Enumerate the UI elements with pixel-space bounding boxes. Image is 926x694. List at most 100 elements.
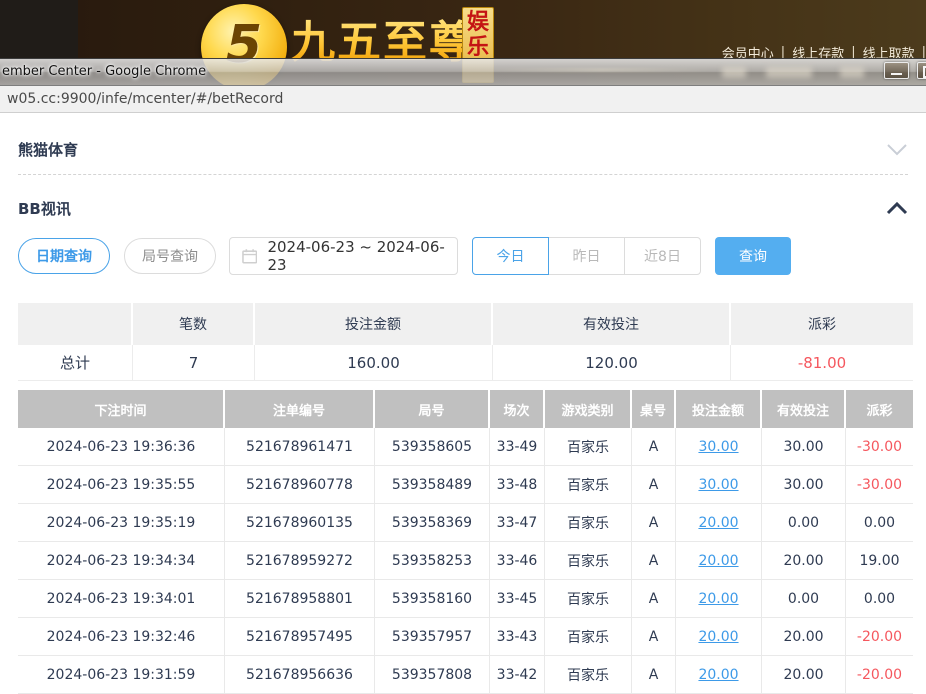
bet-amount-link[interactable]: 30.00 [698, 477, 738, 493]
cell-bet-time: 2024-06-23 19:34:01 [18, 580, 225, 618]
cell-game-type: 百家乐 [545, 618, 632, 656]
summary-header-row: 笔数投注金额有效投注派彩 [18, 303, 913, 345]
table-row: 2024-06-23 19:31:59521678956636539357808… [18, 656, 913, 694]
cell-round-id: 539358160 [375, 580, 490, 618]
summary-total-row: 总计7160.00120.00-81.00 [18, 345, 913, 381]
summary-header-3: 有效投注 [493, 303, 731, 345]
summary-header-2: 投注金额 [255, 303, 493, 345]
cell-valid-bet: 20.00 [762, 542, 846, 580]
cell-bet-id: 521678960778 [225, 466, 375, 504]
cell-valid-bet: 0.00 [762, 504, 846, 542]
summary-total-3: 120.00 [493, 345, 731, 381]
cell-table-no: A [632, 580, 676, 618]
table-row: 2024-06-23 19:34:01521678958801539358160… [18, 580, 913, 618]
bet-header-bet-time: 下注时间 [18, 390, 225, 428]
cell-bet-id: 521678960135 [225, 504, 375, 542]
window-title: ember Center - Google Chrome [2, 64, 206, 79]
bet-amount-link[interactable]: 20.00 [698, 553, 738, 569]
bet-amount-link[interactable]: 20.00 [698, 629, 738, 645]
page-content: 熊猫体育 BB视讯 日期查询 局号查询 2024-06-23 ~ 2024 [0, 113, 926, 694]
date-range-input[interactable]: 2024-06-23 ~ 2024-06-23 [229, 237, 458, 275]
cell-valid-bet: 30.00 [762, 466, 846, 504]
minimize-button[interactable] [884, 62, 909, 79]
cell-payout: 0.00 [846, 580, 913, 618]
chevron-up-icon[interactable] [886, 202, 908, 215]
cell-session: 33-46 [490, 542, 545, 580]
cell-bet-time: 2024-06-23 19:32:46 [18, 618, 225, 656]
cell-bet-id: 521678959272 [225, 542, 375, 580]
yesterday-button[interactable]: 昨日 [548, 237, 625, 275]
cell-bet-id: 521678957495 [225, 618, 375, 656]
summary-total-4: -81.00 [731, 345, 913, 381]
cell-game-type: 百家乐 [545, 542, 632, 580]
cell-bet-id: 521678958801 [225, 580, 375, 618]
bet-amount-link[interactable]: 20.00 [698, 667, 738, 683]
cell-session: 33-48 [490, 466, 545, 504]
cell-table-no: A [632, 428, 676, 466]
cell-session: 33-47 [490, 504, 545, 542]
cell-table-no: A [632, 466, 676, 504]
cell-game-type: 百家乐 [545, 428, 632, 466]
cell-round-id: 539358489 [375, 466, 490, 504]
cell-game-type: 百家乐 [545, 580, 632, 618]
bet-header-table-no: 桌号 [632, 390, 676, 428]
cell-bet-amount: 20.00 [676, 580, 762, 618]
header-left-dark-panel [0, 0, 78, 58]
bet-amount-link[interactable]: 30.00 [698, 439, 738, 455]
search-button[interactable]: 查询 [715, 237, 791, 275]
summary-total-0: 总计 [18, 345, 133, 381]
round-query-tab[interactable]: 局号查询 [124, 238, 216, 274]
cell-bet-time: 2024-06-23 19:35:19 [18, 504, 225, 542]
cell-round-id: 539358253 [375, 542, 490, 580]
summary-total-1: 7 [133, 345, 255, 381]
address-bar[interactable]: w05.cc:9900/infe/mcenter/#/betRecord [0, 86, 926, 113]
cell-session: 33-43 [490, 618, 545, 656]
section-bb-video[interactable]: BB视讯 [18, 191, 908, 225]
last-8-days-button[interactable]: 近8日 [624, 237, 701, 275]
table-row: 2024-06-23 19:32:46521678957495539357957… [18, 618, 913, 656]
censored-text-blob [766, 67, 812, 78]
section-title-panda: 熊猫体育 [18, 139, 78, 160]
screen: 5 九五至尊 娱 乐 会员中心|线上存款|线上取款| ember Center … [0, 0, 926, 694]
cell-bet-id: 521678961471 [225, 428, 375, 466]
bet-header-game-type: 游戏类别 [545, 390, 632, 428]
chrome-titlebar[interactable]: ember Center - Google Chrome [0, 58, 926, 86]
cell-payout: -20.00 [846, 618, 913, 656]
summary-header-4: 派彩 [731, 303, 913, 345]
cell-game-type: 百家乐 [545, 504, 632, 542]
cell-valid-bet: 0.00 [762, 580, 846, 618]
url-text: w05.cc:9900/infe/mcenter/#/betRecord [7, 91, 283, 107]
cell-valid-bet: 20.00 [762, 618, 846, 656]
summary-header-0 [18, 303, 133, 345]
bet-header-bet-id: 注单编号 [225, 390, 375, 428]
date-range-value: 2024-06-23 ~ 2024-06-23 [267, 238, 457, 274]
cell-payout: -20.00 [846, 656, 913, 694]
cell-session: 33-45 [490, 580, 545, 618]
maximize-button[interactable] [917, 62, 926, 79]
cell-payout: 0.00 [846, 504, 913, 542]
bet-header-round-id: 局号 [375, 390, 490, 428]
cell-bet-time: 2024-06-23 19:36:36 [18, 428, 225, 466]
cell-table-no: A [632, 618, 676, 656]
badge-char-1: 娱 [467, 11, 489, 36]
section-panda-sports[interactable]: 熊猫体育 [18, 125, 908, 175]
cell-round-id: 539358605 [375, 428, 490, 466]
summary-total-2: 160.00 [255, 345, 493, 381]
bet-amount-link[interactable]: 20.00 [698, 591, 738, 607]
bet-table-header-row: 下注时间注单编号局号场次游戏类别桌号投注金额有效投注派彩 [18, 390, 913, 428]
cell-round-id: 539357808 [375, 656, 490, 694]
summary-table: 笔数投注金额有效投注派彩 总计7160.00120.00-81.00 [18, 303, 913, 381]
chevron-down-icon[interactable] [886, 143, 908, 156]
bet-table-body: 2024-06-23 19:36:36521678961471539358605… [18, 428, 913, 694]
bet-amount-link[interactable]: 20.00 [698, 515, 738, 531]
badge-char-2: 乐 [467, 36, 489, 61]
cell-game-type: 百家乐 [545, 656, 632, 694]
table-row: 2024-06-23 19:35:55521678960778539358489… [18, 466, 913, 504]
cell-bet-id: 521678956636 [225, 656, 375, 694]
bet-header-bet-amount: 投注金额 [676, 390, 762, 428]
section-title-bb: BB视讯 [18, 198, 71, 219]
today-button[interactable]: 今日 [472, 237, 549, 275]
bet-record-table: 下注时间注单编号局号场次游戏类别桌号投注金额有效投注派彩 2024-06-23 … [18, 390, 913, 694]
cell-session: 33-49 [490, 428, 545, 466]
date-query-tab[interactable]: 日期查询 [18, 238, 110, 274]
